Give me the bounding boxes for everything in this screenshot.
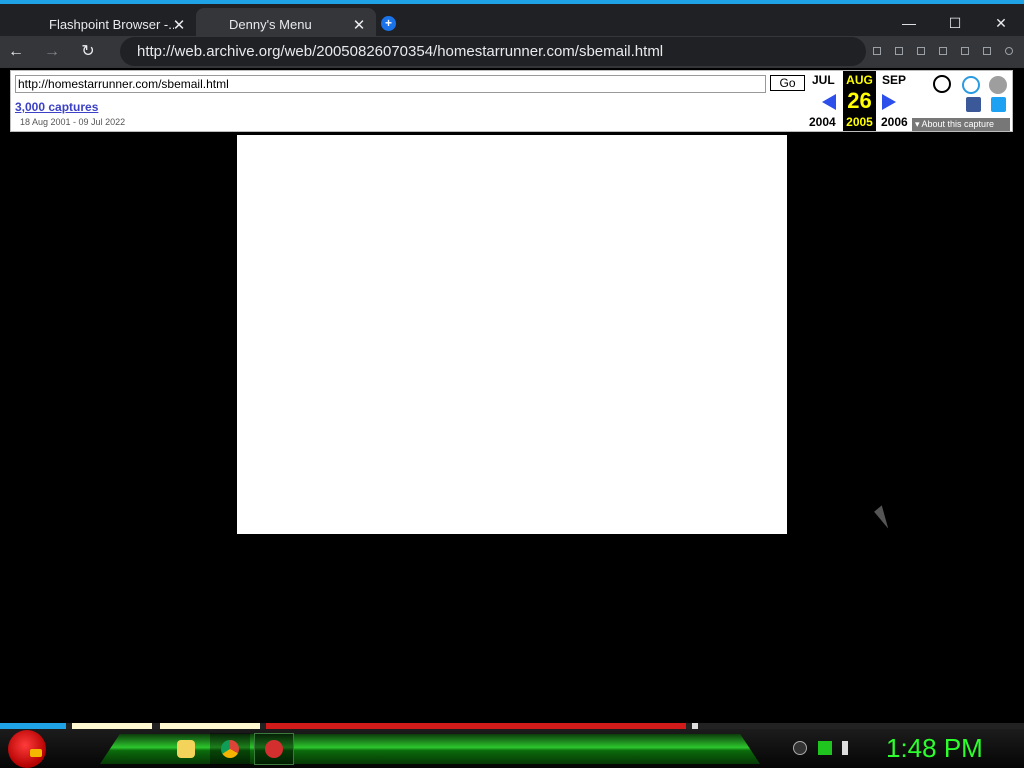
captures-link[interactable]: 3,000 captures: [15, 100, 98, 114]
tab-label: Denny's Menu: [229, 16, 312, 32]
about-capture-button[interactable]: ▾ About this capture: [912, 118, 1010, 131]
extension-icon[interactable]: [961, 47, 969, 55]
flashpoint-taskbar-icon[interactable]: [254, 733, 294, 765]
capture-date-range: 18 Aug 2001 - 09 Jul 2022: [20, 117, 126, 127]
extension-icon[interactable]: [873, 47, 881, 55]
taskbar: [0, 729, 1024, 768]
wayback-url-input[interactable]: http://homestarrunner.com/sbemail.html: [15, 75, 766, 93]
file-explorer-taskbar-icon[interactable]: [166, 733, 206, 765]
network-icon[interactable]: [818, 741, 832, 755]
new-tab-button[interactable]: +: [381, 16, 396, 31]
settings-icon[interactable]: [1005, 47, 1013, 55]
facebook-icon[interactable]: [966, 97, 981, 112]
embedded-content-area[interactable]: [237, 135, 787, 534]
minimize-button[interactable]: —: [886, 8, 932, 38]
browser-titlebar: Flashpoint Browser -... ✕ Denny's Menu ✕…: [0, 0, 1024, 40]
tab-close-icon[interactable]: ✕: [172, 16, 186, 34]
volume-icon[interactable]: [842, 741, 856, 755]
current-capture-date: AUG 26 2005: [843, 71, 876, 131]
back-button[interactable]: ←: [5, 41, 27, 63]
wayback-toolbar: http://homestarrunner.com/sbemail.html G…: [10, 70, 1013, 132]
close-window-button[interactable]: ✕: [978, 8, 1024, 38]
next-capture-arrow-icon[interactable]: [882, 94, 896, 110]
current-day-label: 26: [847, 88, 872, 113]
help-icon[interactable]: [962, 76, 980, 94]
current-year-label: 2005: [846, 115, 873, 129]
user-account-icon[interactable]: [933, 75, 951, 93]
extension-icon[interactable]: [917, 47, 925, 55]
tab-close-icon[interactable]: ✕: [352, 16, 366, 34]
prev-year-label[interactable]: 2004: [809, 115, 836, 129]
prev-capture-arrow-icon[interactable]: [822, 94, 836, 110]
next-year-label[interactable]: 2006: [881, 115, 908, 129]
taskbar-clock[interactable]: 1:48 PM: [886, 733, 983, 764]
reload-button[interactable]: ↻: [77, 41, 99, 63]
tray-app-icon[interactable]: [793, 741, 807, 755]
twitter-icon[interactable]: [991, 97, 1006, 112]
extension-icon[interactable]: [895, 47, 903, 55]
forward-button[interactable]: →: [41, 41, 63, 63]
address-bar[interactable]: http://web.archive.org/web/2005082607035…: [120, 37, 866, 66]
extension-icon[interactable]: [983, 47, 991, 55]
maximize-button[interactable]: ☐: [932, 8, 978, 38]
current-month-label: AUG: [846, 73, 873, 87]
screen: Flashpoint Browser -... ✕ Denny's Menu ✕…: [0, 0, 1024, 768]
start-button-beak: [30, 749, 42, 757]
tab-label: Flashpoint Browser -...: [49, 16, 174, 32]
extension-icon[interactable]: [939, 47, 947, 55]
browser-toolbar: ← → ↻ http://web.archive.org/web/2005082…: [0, 36, 1024, 68]
wayback-go-button[interactable]: Go: [770, 75, 805, 91]
prev-month-label[interactable]: JUL: [812, 73, 835, 87]
chrome-taskbar-icon[interactable]: [210, 733, 250, 765]
close-toolbar-icon[interactable]: [989, 76, 1007, 94]
mouse-cursor-icon: [874, 505, 896, 529]
next-month-label[interactable]: SEP: [882, 73, 906, 87]
